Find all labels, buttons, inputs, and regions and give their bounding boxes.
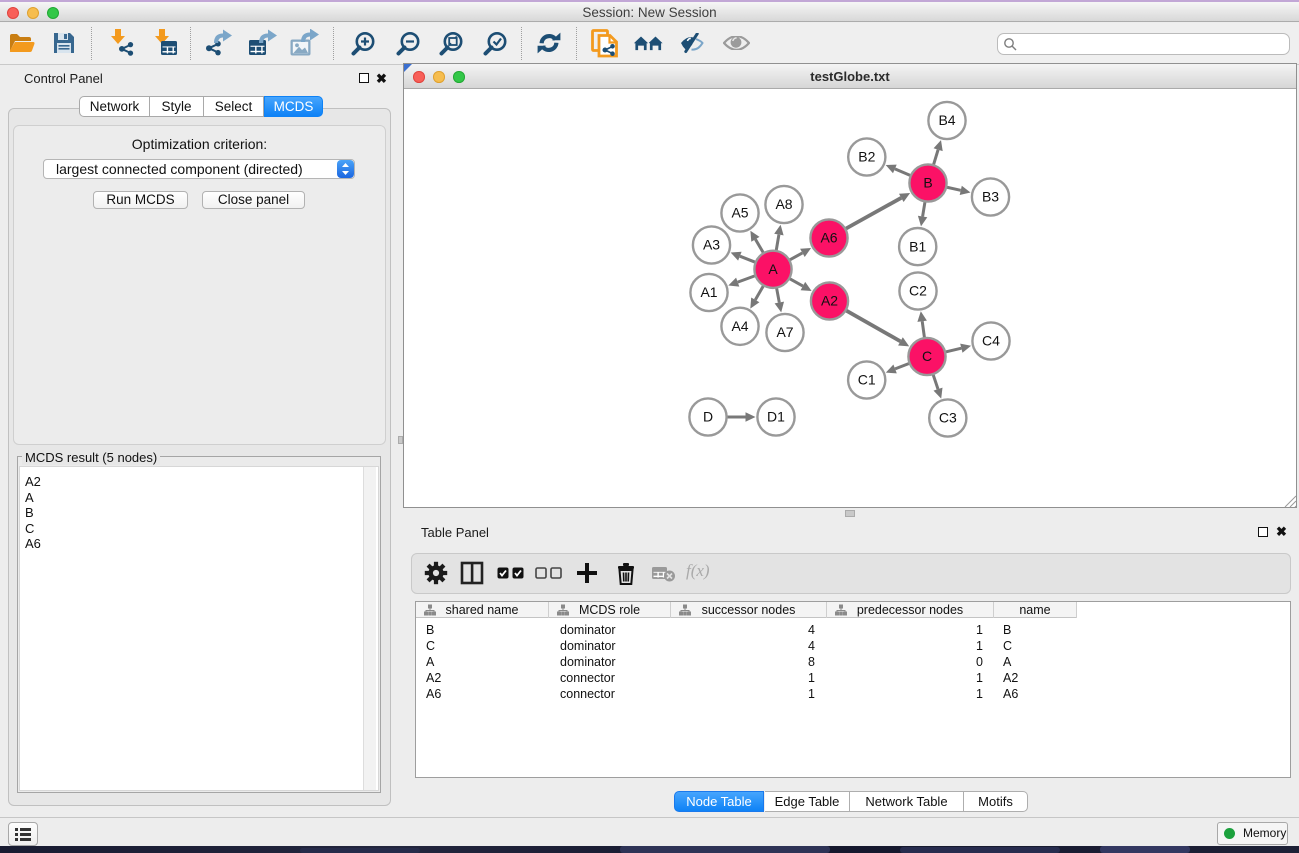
- svg-text:A6: A6: [820, 230, 837, 246]
- svg-text:A5: A5: [731, 205, 748, 221]
- svg-text:A1: A1: [700, 284, 717, 300]
- svg-text:B: B: [923, 175, 932, 191]
- svg-text:B3: B3: [982, 189, 999, 205]
- svg-text:A3: A3: [703, 237, 720, 253]
- svg-text:D: D: [703, 409, 713, 425]
- svg-text:B2: B2: [858, 149, 875, 165]
- svg-text:A4: A4: [731, 318, 748, 334]
- svg-text:C3: C3: [939, 410, 957, 426]
- svg-text:D1: D1: [767, 409, 785, 425]
- svg-text:A2: A2: [821, 293, 838, 309]
- svg-text:C: C: [922, 348, 932, 364]
- svg-text:A7: A7: [776, 324, 793, 340]
- svg-text:B1: B1: [909, 238, 926, 254]
- svg-text:C1: C1: [858, 372, 876, 388]
- svg-text:C4: C4: [982, 333, 1000, 349]
- svg-text:C2: C2: [909, 283, 927, 299]
- svg-text:A: A: [768, 261, 778, 277]
- svg-text:A8: A8: [775, 196, 792, 212]
- svg-text:B4: B4: [938, 112, 955, 128]
